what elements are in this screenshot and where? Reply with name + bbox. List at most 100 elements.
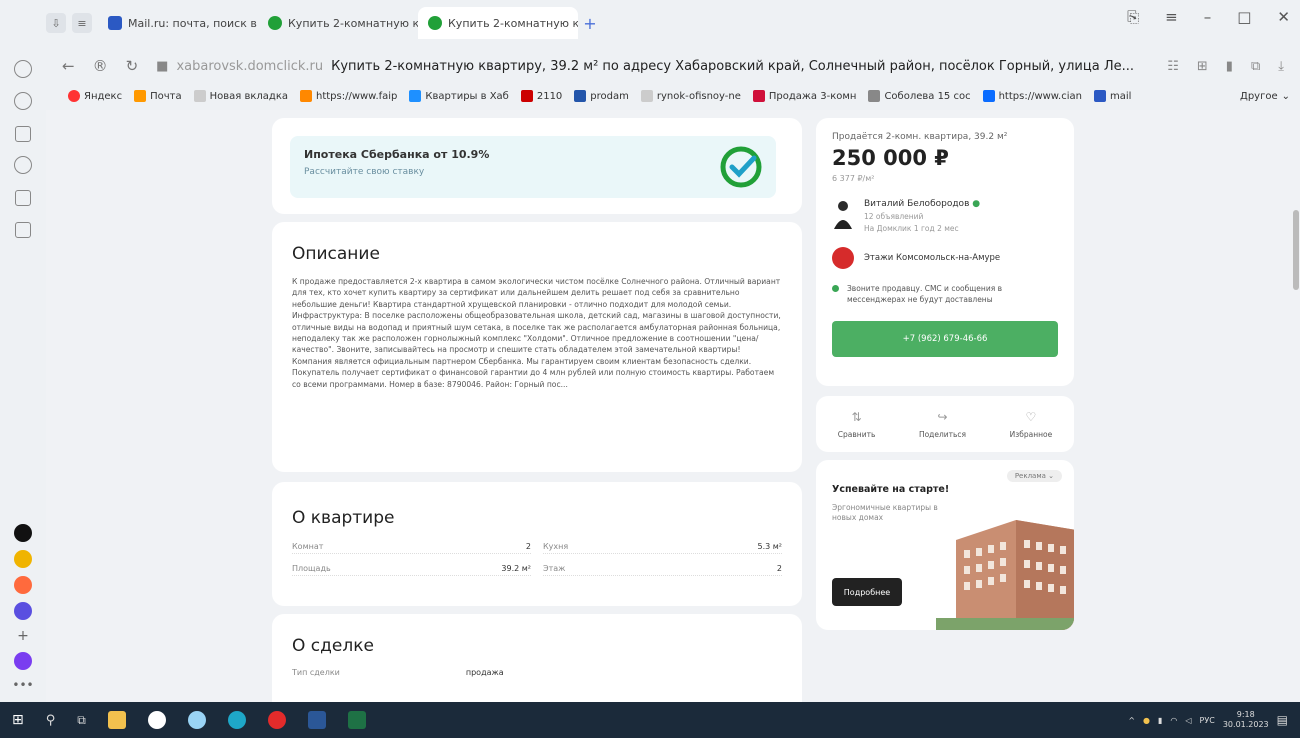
bookmark-item[interactable]: 2110 [520,90,562,102]
language-indicator[interactable]: РУС [1200,716,1215,725]
bookmark-item[interactable]: https://www.faip [299,90,397,102]
play-icon[interactable] [14,156,32,174]
clock-time: 9:18 [1236,710,1255,719]
volume-icon[interactable]: ◁ [1185,716,1191,725]
close-window-button[interactable]: ✕ [1277,8,1290,26]
extensions-icon[interactable]: ⧉ [1251,59,1260,74]
app-icon[interactable] [13,576,32,594]
url-domain: xabarovsk.domclick.ru [176,58,324,74]
mortgage-promo[interactable]: Ипотека Сбербанка от 10.9% Рассчитайте с… [290,136,776,198]
deal-heading: О сделке [292,636,374,656]
site-icon [752,90,765,102]
clock[interactable]: 9:18 30.01.2023 [1223,710,1269,730]
bookmarks-other[interactable]: Другое ⌄ [1240,91,1290,102]
bookmark-item[interactable]: rynok-ofisnoy-ne [640,90,741,102]
maximize-button[interactable]: □ [1237,8,1251,26]
area-label: Площадь [292,564,331,573]
page-scrollbar[interactable] [1292,110,1300,702]
browser-tab[interactable]: Mail.ru: почта, поиск в ин [98,7,258,39]
protect-icon[interactable]: ® [93,57,108,75]
description-card: Описание К продаже предоставляется 2-х к… [272,222,802,472]
back-icon[interactable]: ← [62,57,75,75]
mail-icon [134,90,147,102]
minimize-button[interactable]: – [1204,8,1212,26]
search-icon[interactable]: ⚲ [46,713,56,728]
ad-more-button[interactable]: Подробнее [832,578,902,606]
mortgage-promo-card[interactable]: Ипотека Сбербанка от 10.9% Рассчитайте с… [272,118,802,214]
deal-type-row: Тип сделки продажа [292,668,782,677]
share-button[interactable]: ↪ Поделиться [919,410,966,439]
chevron-up-icon[interactable]: ^ [1128,716,1135,725]
bookmark-item[interactable]: Квартиры в Хаб [409,90,509,102]
share-label: Поделиться [918,429,967,439]
ad-tag[interactable]: Реклама ⌄ [1006,470,1062,482]
bookmark-item[interactable]: Продажа 3-комн [752,90,856,102]
screenshot-icon[interactable] [15,222,31,238]
reload-icon[interactable]: ↻ [126,57,139,75]
chevron-down-icon: ⌄ [1281,90,1290,102]
reader-icon[interactable]: ☷ [1167,59,1179,74]
app-icon[interactable] [13,524,32,542]
compare-icon: ⇅ [851,409,862,424]
bookmark-item[interactable]: Яндекс [68,90,122,102]
excel-icon[interactable] [347,711,366,729]
ad-card[interactable]: Реклама ⌄ Успевайте на старте! Эргономич… [816,460,1074,630]
notes-icon[interactable] [15,190,31,206]
new-tab-button[interactable]: + [578,11,602,35]
bookmark-item[interactable]: Соболева 15 сос [868,90,971,102]
page-content: Ипотека Сбербанка от 10.9% Рассчитайте с… [46,110,1300,702]
phone-button[interactable]: +7 (962) 679-46-66 [832,321,1058,357]
tray-app-icon[interactable]: ● [1143,716,1150,725]
windows-taskbar: ⊞ ⚲ ⧉ ^ ● ▮ ◠ ◁ РУС 9:18 30.01.2023 ▤ [0,702,1300,738]
edge-icon[interactable] [227,711,246,729]
history-icon[interactable] [14,92,32,110]
browser-tab[interactable]: Купить 2-комнатную квар [258,7,418,39]
site-icon [409,90,422,102]
seller-person[interactable]: Виталий Белобородов ● 12 объявлений На Д… [832,199,1058,233]
alice-icon[interactable] [14,60,32,78]
menu-icon[interactable]: ≡ [1165,8,1178,26]
browser-sidebar: + ••• [0,44,46,702]
browser-titlebar: ⇩ ≡ Mail.ru: почта, поиск в ин Купить 2-… [0,0,1300,44]
notifications-icon[interactable]: ▤ [1277,713,1288,727]
agency[interactable]: Этажи Комсомольск-на-Амуре [832,247,1058,269]
browser-tab-active[interactable]: Купить 2-комнатную к ✕ [418,7,578,39]
notice-text: Звоните продавцу. СМС и сообщения в месс… [847,284,1003,304]
app-icon[interactable] [13,602,32,620]
app-icon[interactable] [187,711,206,729]
promo-subtitle: Рассчитайте свою ставку [304,167,425,177]
battery-icon[interactable]: ▮ [1158,716,1162,725]
more-icon[interactable]: ••• [12,678,33,692]
favorite-button[interactable]: ♡ Избранное [1010,410,1053,439]
yandex-icon[interactable] [267,711,286,729]
bookmark-item[interactable]: mail [1093,90,1131,102]
bookmark-item[interactable]: Почта [134,90,182,102]
alice-app-icon[interactable] [13,652,32,670]
bookmark-item[interactable]: prodam [574,90,629,102]
url-field[interactable]: ■ xabarovsk.domclick.ru Купить 2-комнатн… [156,59,1134,74]
status-dot-icon [832,285,839,292]
bookmark-item[interactable]: Новая вкладка [193,90,288,102]
bookmarks-icon[interactable]: ⎘ [1127,8,1139,26]
tab-actions-icon[interactable]: ⇩ [46,13,66,33]
param-area: Площадь 39.2 м² [292,564,531,576]
scrollbar-thumb[interactable] [1293,210,1299,290]
download-icon[interactable]: ⤓ [1278,59,1284,74]
translate-icon[interactable]: ⊞ [1197,59,1208,74]
start-icon[interactable]: ⊞ [12,712,24,728]
collections-icon[interactable] [15,126,31,142]
bookmark-item[interactable]: https://www.cian [982,90,1082,102]
app-icon[interactable] [13,550,32,568]
explorer-icon[interactable] [107,711,126,729]
tab-list-icon[interactable]: ≡ [72,13,92,33]
yandex-browser-icon[interactable] [147,711,166,729]
compare-button[interactable]: ⇅ Сравнить [838,410,876,439]
address-actions: ☷ ⊞ ▮ ⧉ ⤓ [1167,59,1284,74]
add-app-icon[interactable]: + [17,628,29,644]
listing-title: Продаётся 2-комн. квартира, 39.2 м² [832,132,1008,142]
tab-label: Mail.ru: почта, поиск в ин [128,16,258,30]
task-view-icon[interactable]: ⧉ [77,713,86,728]
word-icon[interactable] [307,711,326,729]
wifi-icon[interactable]: ◠ [1170,716,1177,725]
bookmark-icon[interactable]: ▮ [1226,59,1233,74]
